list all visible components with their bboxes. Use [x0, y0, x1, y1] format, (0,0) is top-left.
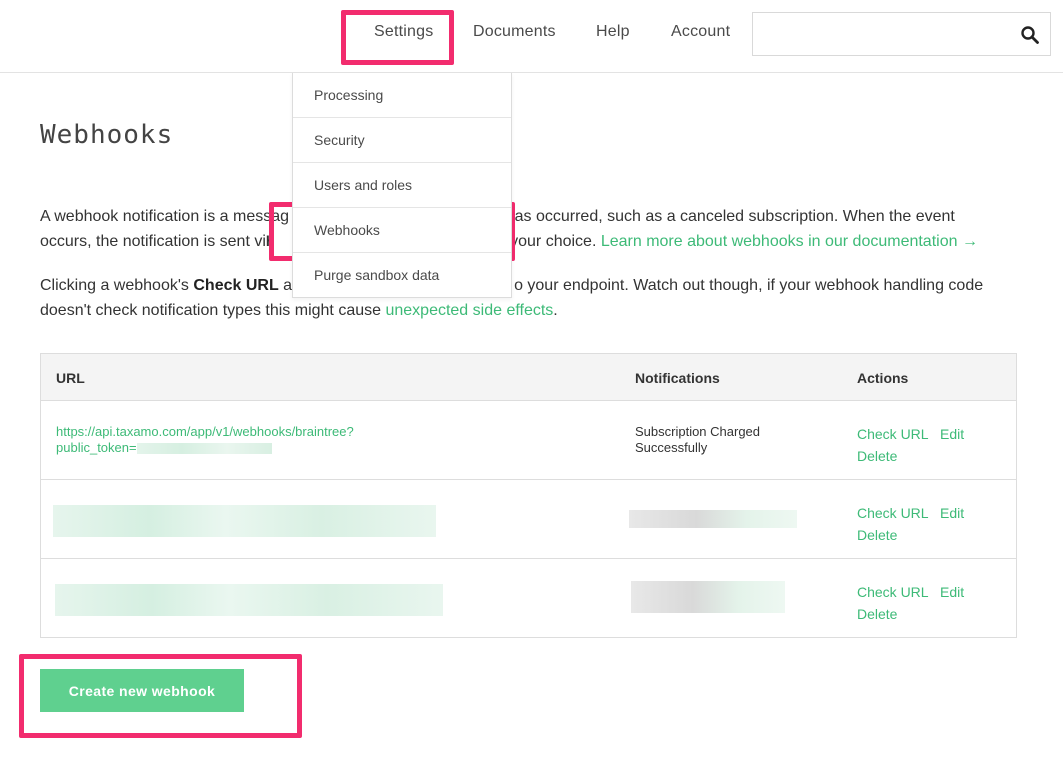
top-navigation-bar: Settings Documents Help Account	[0, 0, 1063, 73]
notification-type: Subscription Charged Successfully	[635, 424, 761, 455]
header-notifications: Notifications	[635, 370, 720, 386]
edit-link[interactable]: Edit	[940, 584, 964, 600]
edit-link[interactable]: Edit	[940, 505, 964, 521]
table-row: https://api.taxamo.com/app/v1/webhooks/b…	[41, 401, 1016, 480]
menu-item-purge-sandbox-data[interactable]: Purge sandbox data	[293, 253, 511, 298]
side-effects-link[interactable]: unexpected side effects	[385, 302, 553, 319]
page-title: Webhooks	[40, 120, 174, 150]
nav-documents[interactable]: Documents	[473, 23, 556, 41]
delete-link[interactable]: Delete	[857, 527, 897, 543]
edit-link[interactable]: Edit	[940, 426, 964, 442]
intro-paragraph: A webhook notification is a messag ent ha…	[40, 208, 978, 250]
redacted-notification	[629, 510, 797, 528]
table-header: URL Notifications Actions	[41, 354, 1016, 401]
delete-link[interactable]: Delete	[857, 606, 897, 622]
check-url-paragraph: Clicking a webhook's Check URL ao your e…	[40, 277, 984, 319]
header-actions: Actions	[857, 370, 909, 386]
webhooks-docs-link[interactable]: Learn more about webhooks in our documen…	[601, 233, 978, 250]
redacted-token	[136, 443, 272, 455]
redacted-url	[53, 505, 436, 537]
table-row: Check URL Edit Delete	[41, 480, 1016, 559]
redacted-url	[55, 584, 443, 616]
check-url-link[interactable]: Check URL	[857, 505, 929, 521]
redacted-notification	[631, 581, 785, 613]
create-new-webhook-button[interactable]: Create new webhook	[40, 669, 244, 712]
table-row: Check URL Edit Delete	[41, 559, 1016, 638]
menu-item-security[interactable]: Security	[293, 118, 511, 163]
menu-item-webhooks[interactable]: Webhooks	[293, 208, 511, 253]
search-input[interactable]	[753, 13, 1008, 55]
search-icon[interactable]	[1020, 25, 1040, 45]
menu-item-users-and-roles[interactable]: Users and roles	[293, 163, 511, 208]
settings-dropdown-menu: Processing Security Users and roles Webh…	[292, 73, 512, 298]
check-url-link[interactable]: Check URL	[857, 584, 929, 600]
webhooks-table: URL Notifications Actions https://api.ta…	[40, 353, 1017, 638]
delete-link[interactable]: Delete	[857, 448, 897, 464]
nav-settings[interactable]: Settings	[374, 23, 433, 41]
menu-item-processing[interactable]: Processing	[293, 73, 511, 118]
nav-account[interactable]: Account	[671, 23, 730, 41]
nav-help[interactable]: Help	[596, 23, 630, 41]
search-box	[752, 12, 1051, 56]
webhook-url-link[interactable]: https://api.taxamo.com/app/v1/webhooks/b…	[56, 424, 416, 456]
check-url-link[interactable]: Check URL	[857, 426, 929, 442]
header-url: URL	[56, 370, 85, 386]
